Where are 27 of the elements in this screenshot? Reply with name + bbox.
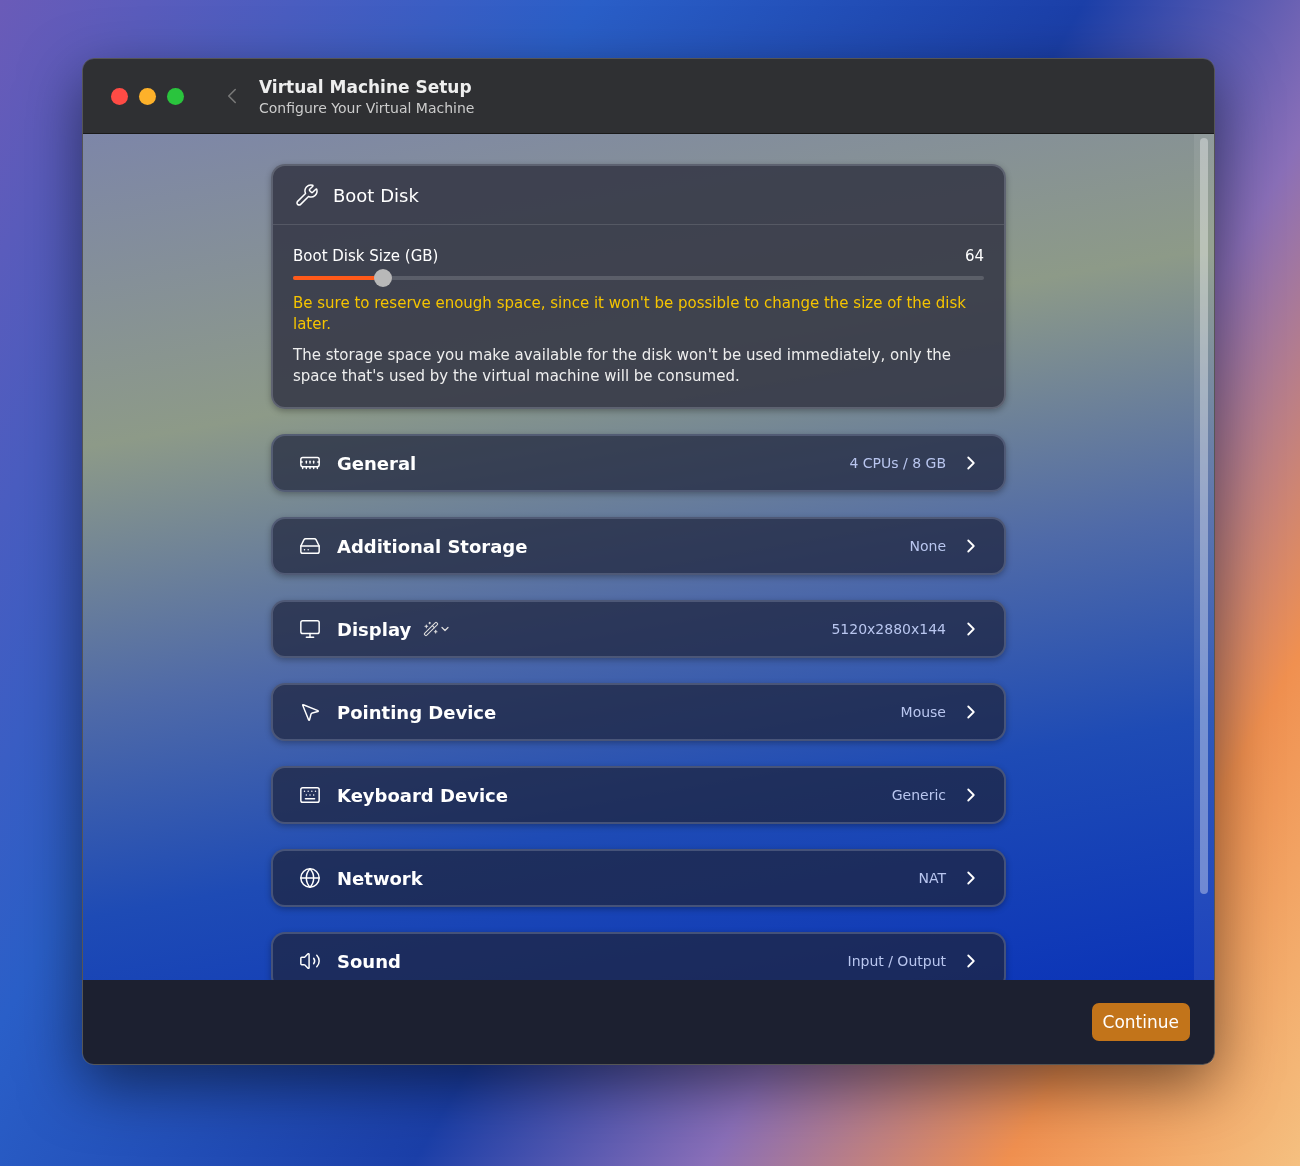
keyboard-icon: [299, 784, 321, 806]
settings-row[interactable]: Sound Input / Output: [271, 932, 1006, 980]
speaker-icon: [299, 950, 321, 972]
magic-wand-icon[interactable]: [423, 621, 452, 637]
window-title: Virtual Machine Setup: [259, 76, 473, 97]
drive-icon: [299, 535, 321, 557]
settings-row[interactable]: Network NAT: [271, 849, 1006, 907]
settings-row[interactable]: Keyboard Device Generic: [271, 766, 1006, 824]
settings-row[interactable]: General 4 CPUs / 8 GB: [271, 434, 1006, 492]
slider-thumb[interactable]: [373, 269, 392, 287]
monitor-icon: [299, 618, 321, 640]
card-title: Boot Disk: [333, 184, 419, 206]
wrench-icon: [295, 183, 319, 207]
note-text: The storage space you make available for the disk won't be used immediately, only the space that's used by the virtual machine will be consumed.: [293, 345, 953, 387]
pointer-icon: [299, 701, 321, 723]
close-icon[interactable]: [111, 87, 128, 105]
settings-row[interactable]: Display 5120x2880x144: [271, 600, 1006, 658]
minimize-icon[interactable]: [139, 87, 156, 105]
warning-text: Be sure to reserve enough space, since it won't be possible to change the size of the disk later.: [293, 293, 967, 335]
window-subtitle: Configure Your Virtual Machine: [259, 99, 475, 116]
slider-label: Boot Disk Size (GB): [293, 247, 439, 265]
continue-button[interactable]: Continue: [1091, 1003, 1190, 1041]
zoom-icon[interactable]: [167, 87, 184, 105]
slider-reading: 64: [964, 247, 984, 265]
globe-icon: [299, 867, 321, 889]
settings-row[interactable]: Additional Storage None: [271, 517, 1006, 575]
settings-row[interactable]: Pointing Device Mouse: [271, 683, 1006, 741]
